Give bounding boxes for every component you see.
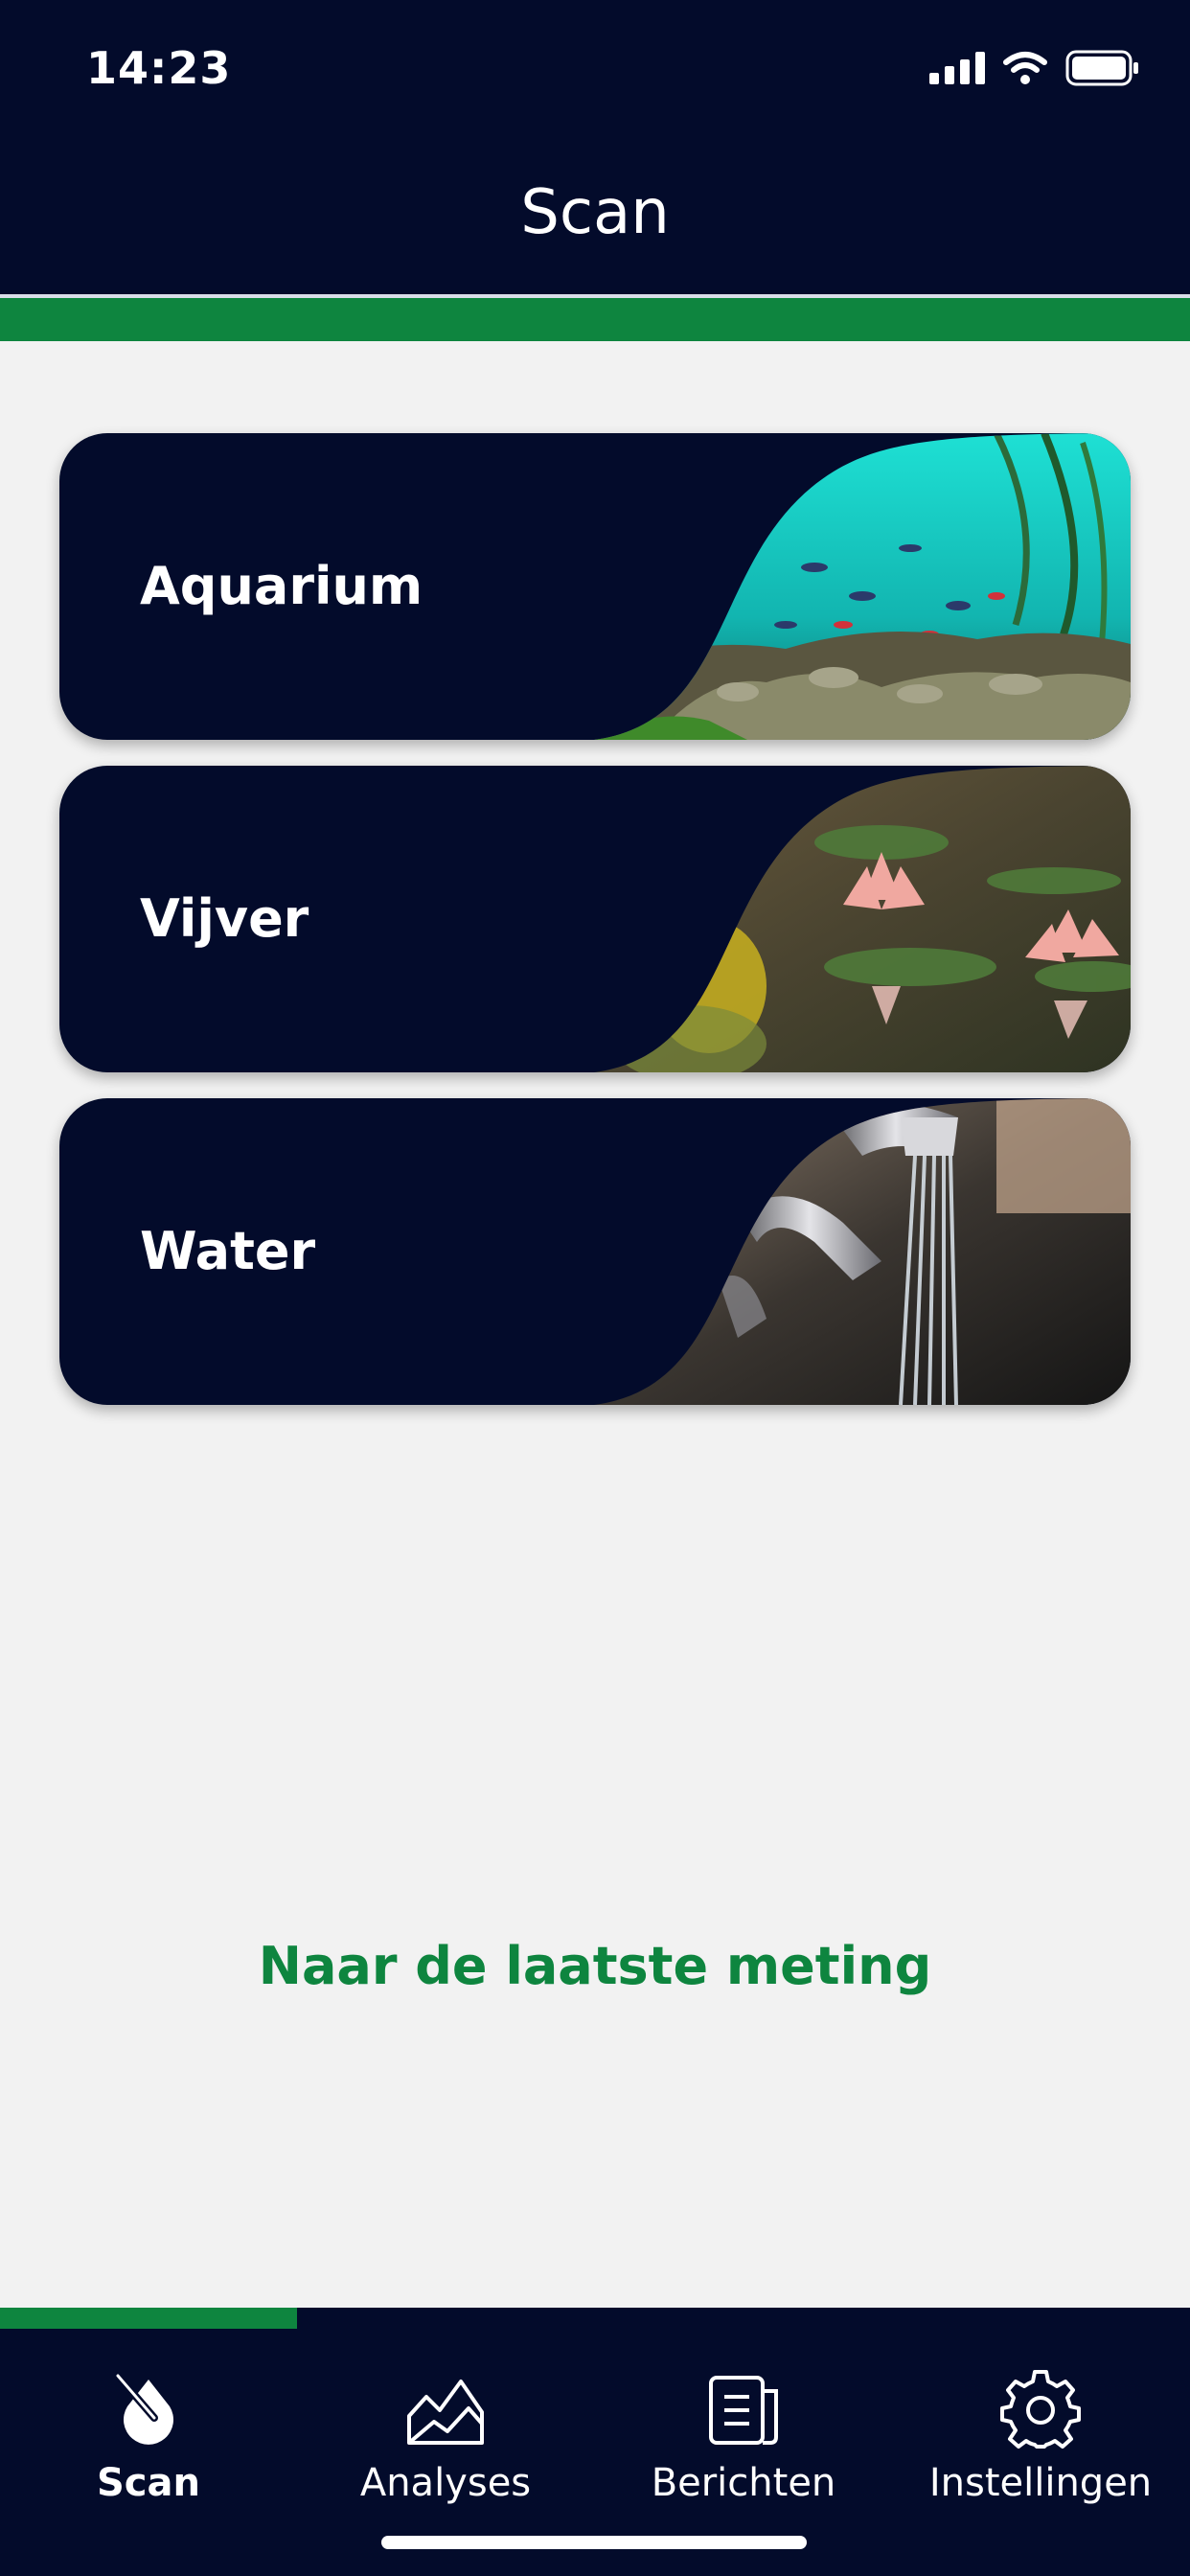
battery-icon <box>1065 50 1140 90</box>
app-header: 14:23 Scan <box>0 0 1190 298</box>
card-aquarium[interactable]: Aquarium <box>59 433 1131 740</box>
tab-label-scan: Scan <box>97 2461 200 2505</box>
messages-icon <box>700 2367 787 2453</box>
tab-label-berichten: Berichten <box>651 2461 836 2505</box>
analyses-icon <box>402 2367 489 2453</box>
wifi-icon <box>1002 51 1048 89</box>
active-tab-indicator <box>0 2308 297 2329</box>
card-water[interactable]: Water <box>59 1098 1131 1405</box>
accent-bar <box>0 298 1190 341</box>
tab-label-analyses: Analyses <box>359 2461 532 2505</box>
scan-icon <box>105 2367 192 2453</box>
signal-icon <box>929 52 985 88</box>
tab-label-instellingen: Instellingen <box>928 2461 1153 2505</box>
card-label-aquarium: Aquarium <box>140 556 423 616</box>
last-measurement-link[interactable]: Naar de laatste meting <box>0 1936 1190 1996</box>
tab-scan[interactable]: Scan <box>0 2327 297 2518</box>
tab-analyses[interactable]: Analyses <box>297 2327 594 2518</box>
aquarium-image <box>594 433 1131 740</box>
card-pond[interactable]: Vijver <box>59 766 1131 1072</box>
home-indicator <box>381 2536 807 2549</box>
water-tap-image <box>594 1098 1131 1405</box>
tab-berichten[interactable]: Berichten <box>595 2327 892 2518</box>
page-title: Scan <box>520 177 670 248</box>
status-icons <box>929 50 1140 90</box>
tab-bar: Scan Analyses Berichten Instellingen <box>0 2308 1190 2576</box>
pond-image <box>594 766 1131 1072</box>
settings-icon <box>997 2367 1084 2453</box>
tab-instellingen[interactable]: Instellingen <box>892 2327 1189 2518</box>
card-label-water: Water <box>140 1221 316 1281</box>
card-label-pond: Vijver <box>140 888 309 949</box>
status-time: 14:23 <box>86 42 232 94</box>
